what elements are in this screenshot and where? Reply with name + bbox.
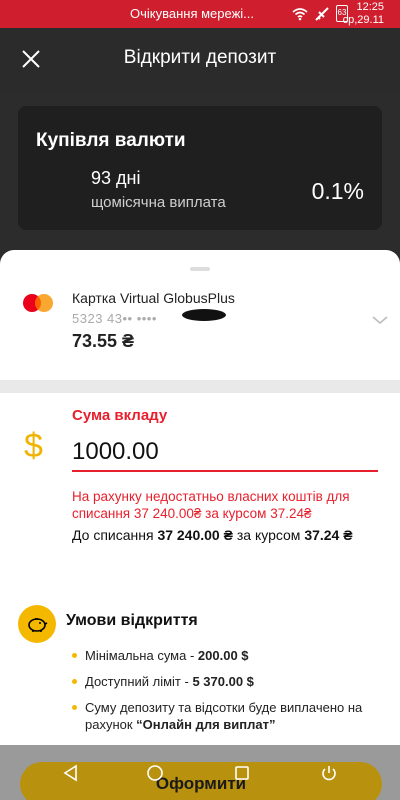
conditions-list: Мінімальна сума - 200.00 $ Доступний лім…: [72, 647, 384, 742]
debit-info: До списання 37 240.00 ₴ за курсом 37.24 …: [72, 526, 384, 544]
conditions-title: Умови відкриття: [66, 612, 198, 629]
insufficient-funds-warning: На рахунку недостатньо власних коштів дл…: [72, 489, 350, 521]
payout-type: щомісячна виплата: [91, 194, 226, 211]
debit-rate: 37.24 ₴: [304, 527, 353, 543]
app-header: Відкрити депозит: [0, 28, 400, 92]
debit-info-mid: за курсом: [232, 527, 305, 543]
status-bar: Очікування мережі... 63 12:25 ср,29.11: [0, 0, 400, 28]
amount-label: Сума вкладу: [72, 407, 168, 424]
network-status: Очікування мережі...: [130, 6, 255, 21]
mastercard-icon: [23, 294, 53, 312]
condition-item: Доступний ліміт - 5 370.00 $: [72, 673, 384, 690]
condition-item: Суму депозиту та відсотки буде виплачено…: [72, 699, 384, 733]
clock-time: 12:25: [356, 1, 384, 13]
home-icon[interactable]: [146, 764, 164, 782]
system-nav-bar: [0, 760, 400, 786]
deposit-term: 93 дні: [91, 168, 141, 188]
power-icon[interactable]: [320, 764, 338, 782]
deposit-card: Купівля валюти $ 93 дні щомісячна виплат…: [18, 106, 382, 314]
interest-rate: 0.1%: [311, 178, 364, 204]
clock: 12:25 ср,29.11: [343, 1, 384, 27]
currency-icon: $: [24, 427, 43, 465]
recents-icon[interactable]: [233, 764, 251, 782]
card-balance: 73.55 ₴: [72, 331, 135, 351]
debit-info-prefix: До списання: [72, 527, 158, 543]
condition-item: Мінімальна сума - 200.00 $: [72, 647, 384, 664]
deposit-title: Купівля валюти: [36, 130, 186, 151]
condition-value: 5 370.00 $: [192, 674, 254, 689]
airplane-mode-icon: [315, 6, 329, 21]
amount-input[interactable]: [72, 434, 378, 472]
card-number: 5323 43•• ••••: [72, 311, 157, 326]
debit-amount: 37 240.00 ₴: [157, 527, 233, 543]
redacted-mark: [182, 309, 226, 321]
page-title: Відкрити депозит: [123, 47, 277, 68]
condition-text: Доступний ліміт -: [85, 674, 193, 689]
section-divider: [0, 380, 400, 393]
sheet-handle[interactable]: [190, 267, 210, 271]
card-name[interactable]: Картка Virtual GlobusPlus: [72, 290, 235, 306]
condition-value: “Онлайн для виплат”: [136, 717, 276, 732]
wifi-icon: [292, 7, 308, 20]
chevron-down-icon[interactable]: [371, 314, 389, 326]
condition-text: Мінімальна сума -: [85, 648, 198, 663]
clock-date: ср,29.11: [342, 14, 384, 26]
piggy-bank-icon: [18, 605, 56, 643]
status-icons: 63: [292, 5, 348, 22]
condition-value: 200.00 $: [197, 648, 249, 663]
back-icon[interactable]: [62, 764, 80, 782]
